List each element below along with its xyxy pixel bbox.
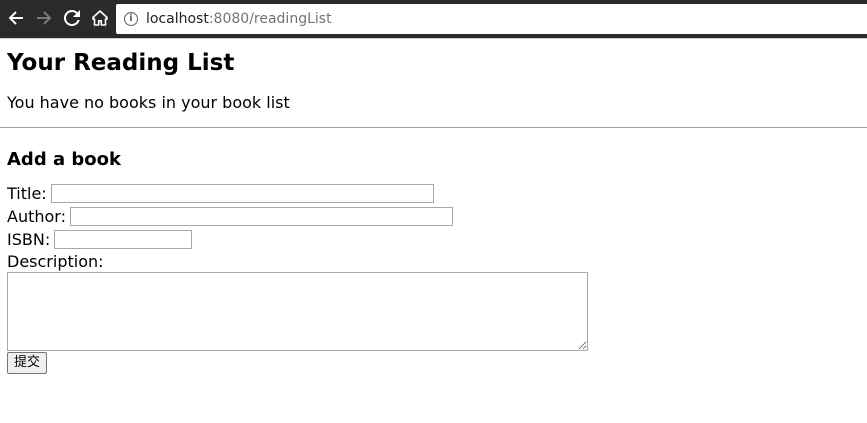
description-label: Description: [7, 252, 104, 271]
page-content: Your Reading List You have no books in y… [0, 39, 867, 374]
author-input[interactable] [69, 207, 453, 226]
title-label: Title: [7, 183, 47, 203]
reload-icon[interactable] [62, 8, 82, 28]
home-icon[interactable] [90, 8, 110, 28]
isbn-label: ISBN: [7, 229, 51, 249]
page-title: Your Reading List [7, 50, 235, 76]
isbn-row: ISBN: [7, 228, 867, 251]
url-host: localhost [146, 11, 209, 27]
author-label: Author: [7, 206, 66, 226]
add-book-form: Title: Author: ISBN: Description: 提交 [7, 182, 867, 374]
forward-arrow-icon[interactable] [34, 8, 54, 28]
divider [0, 127, 867, 128]
description-textarea[interactable] [7, 272, 588, 351]
submit-button[interactable]: 提交 [7, 352, 48, 374]
isbn-input[interactable] [54, 230, 193, 249]
browser-toolbar: i localhost:8080/readingList [0, 0, 867, 39]
info-icon[interactable]: i [124, 12, 138, 26]
address-bar[interactable]: i localhost:8080/readingList [116, 4, 867, 34]
author-row: Author: [7, 205, 867, 228]
back-arrow-icon[interactable] [6, 8, 26, 28]
empty-list-message: You have no books in your book list [7, 93, 290, 112]
url-path: :8080/readingList [208, 11, 332, 27]
title-row: Title: [7, 182, 867, 205]
add-book-heading: Add a book [7, 149, 121, 170]
title-input[interactable] [50, 184, 434, 203]
